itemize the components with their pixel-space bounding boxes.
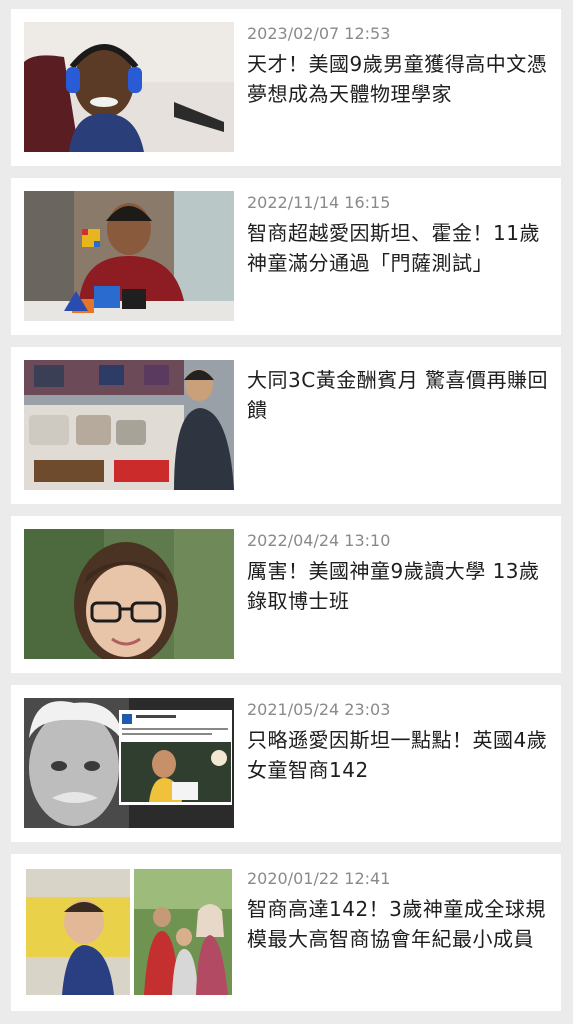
article-date: 2020/01/22 12:41 — [247, 869, 391, 888]
thumbnail-toddler-family[interactable] — [24, 867, 234, 997]
news-card[interactable]: 2022/11/14 16:15 智商超越愛因斯坦、霍金！11歲神童滿分通過「門… — [11, 178, 561, 335]
thumbnail-boy-headphones[interactable] — [24, 22, 234, 152]
article-date: 2023/02/07 12:53 — [247, 24, 391, 43]
thumbnail-girl-glasses[interactable] — [24, 529, 234, 659]
news-card[interactable]: 2020/01/22 12:41 智商高達142！3歲神童成全球規模最大高智商協… — [11, 854, 561, 1011]
thumbnail-boy-rubiks[interactable] — [24, 191, 234, 321]
article-title[interactable]: 只略遜愛因斯坦一點點！英國4歲女童智商142 — [247, 725, 551, 785]
news-list: 2023/02/07 12:53 天才！美國9歲男童獲得高中文憑 夢想成為天體物… — [0, 0, 573, 1024]
news-card[interactable]: 2022/04/24 13:10 厲害！美國神童9歲讀大學 13歲錄取博士班 — [11, 516, 561, 673]
article-title[interactable]: 天才！美國9歲男童獲得高中文憑 夢想成為天體物理學家 — [247, 49, 551, 109]
thumbnail-einstein-girl[interactable] — [24, 698, 234, 828]
article-date: 2022/11/14 16:15 — [247, 193, 391, 212]
article-date: 2021/05/24 23:03 — [247, 700, 391, 719]
news-card[interactable]: 大同3C黃金酬賓月 驚喜價再賺回饋 — [11, 347, 561, 504]
article-title[interactable]: 大同3C黃金酬賓月 驚喜價再賺回饋 — [247, 365, 551, 425]
article-title[interactable]: 智商高達142！3歲神童成全球規模最大高智商協會年紀最小成員 — [247, 894, 551, 954]
article-title[interactable]: 厲害！美國神童9歲讀大學 13歲錄取博士班 — [247, 556, 551, 616]
news-card[interactable]: 2021/05/24 23:03 只略遜愛因斯坦一點點！英國4歲女童智商142 — [11, 685, 561, 842]
article-date: 2022/04/24 13:10 — [247, 531, 391, 550]
article-title[interactable]: 智商超越愛因斯坦、霍金！11歲神童滿分通過「門薩測試」 — [247, 218, 551, 278]
news-card[interactable]: 2023/02/07 12:53 天才！美國9歲男童獲得高中文憑 夢想成為天體物… — [11, 9, 561, 166]
thumbnail-appliance-store[interactable] — [24, 360, 234, 490]
